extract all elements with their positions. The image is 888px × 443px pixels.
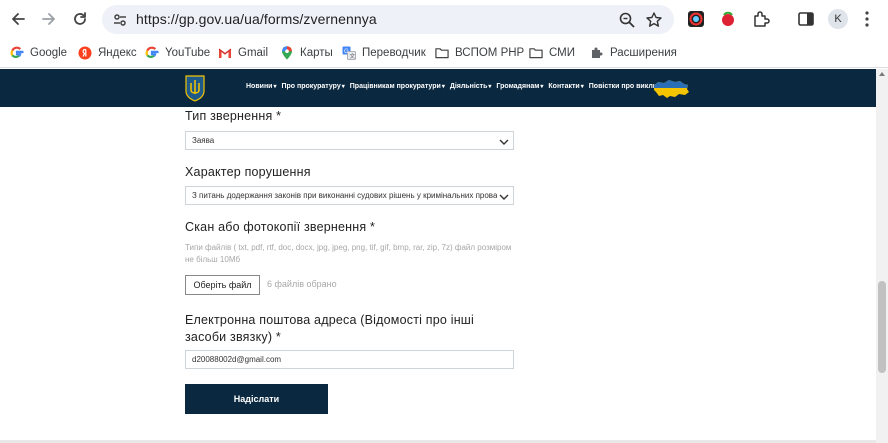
bookmark-extensions[interactable]: Расширения [590,44,677,62]
main-menu: Новини ▾ Про прокуратуру ▾ Працівникам про… [246,83,666,90]
bookmark-label: ВСПОМ PHP [455,47,525,59]
browser-toolbar: https://gp.gov.ua/ua/forms/zvernennya K [0,0,888,38]
bookmark-label: СМИ [549,47,576,59]
file-types-hint: Типи файлів ( txt, pdf, rtf, doc, docx, … [185,243,512,264]
bookmark-label: Gmail [238,47,269,59]
menu-item-label: Громадянам [496,83,540,90]
back-icon[interactable] [7,8,29,30]
menu-item-label: Повістки про виклик [588,83,661,90]
bookmark-label: Карты [300,47,333,59]
menu-item-news[interactable]: Новини ▾ [246,83,276,90]
request-type-select[interactable]: Заява [185,131,514,150]
zoom-icon[interactable] [618,11,636,29]
chevron-down-icon: ▾ [273,84,277,90]
menu-item-summons[interactable]: Повістки про виклик [589,83,661,90]
menu-item-label: Про прокуратуру [281,83,341,90]
translate-icon: G文 [342,46,356,60]
menu-kebab-icon[interactable] [864,10,870,28]
bookmark-star-icon[interactable] [645,11,663,29]
site-header: Новини ▾ Про прокуратуру ▾ Працівникам про… [0,69,876,107]
chevron-down-icon [499,191,509,201]
yandex-icon [78,46,92,60]
menu-item-label: Контакти [548,83,580,90]
files-selected-status: 6 файлів обрано [267,279,337,289]
menu-item-label: Діяльність [449,83,488,90]
site-settings-icon[interactable] [111,11,129,29]
chevron-down-icon: ▾ [488,84,492,90]
page-scrollbar[interactable] [876,69,888,443]
reload-icon[interactable] [69,8,91,30]
profile-avatar[interactable]: K [828,9,848,29]
forward-icon[interactable] [38,8,60,30]
violation-select[interactable]: З питань додержання законів при виконанн… [185,186,514,205]
violation-label: Характер порушення [185,165,311,179]
bookmark-label: YouTube [165,47,211,59]
menu-item-label: Новини [246,83,273,90]
chevron-down-icon: ▾ [341,84,345,90]
folder-icon [435,46,449,60]
request-type-label: Тип звернення * [185,109,282,123]
puzzle-icon [590,46,604,60]
bookmark-youtube[interactable]: YouTube [145,44,210,62]
extensions-icon[interactable] [751,9,771,29]
bookmark-label: Переводчик [362,47,426,59]
email-label: Електронна поштова адреса (Відомості про… [185,313,475,344]
submit-button[interactable]: Надіслати [185,384,328,414]
menu-item-citizens[interactable]: Громадянам ▾ [496,83,543,90]
berry-extension-icon[interactable] [718,9,738,29]
side-panel-icon[interactable] [796,9,816,29]
menu-item-label: Працівникам прокуратури [349,83,441,90]
bookmark-label: Расширения [610,47,677,59]
trident-logo-icon[interactable] [184,74,206,102]
bookmark-yandex[interactable]: Яндекс [78,44,137,62]
chevron-down-icon: ▾ [580,84,584,90]
color-extension-icon[interactable] [686,9,706,29]
menu-item-staff[interactable]: Працівникам прокуратури ▾ [350,83,445,90]
scrollbar-thumb[interactable] [878,281,886,373]
address-bar[interactable]: https://gp.gov.ua/ua/forms/zvernennya [102,5,674,34]
ukraine-map-icon [652,78,690,100]
bookmark-folder-smi[interactable]: СМИ [529,44,575,62]
maps-pin-icon [280,46,294,60]
google-icon [145,46,159,60]
violation-value: З питань додержання законів при виконанн… [192,191,497,200]
request-type-value: Заява [192,136,215,145]
folder-icon [529,46,543,60]
bookmark-maps[interactable]: Карты [280,44,333,62]
scroll-up-arrow-icon[interactable] [879,72,885,76]
svg-text:文: 文 [350,52,356,60]
bookmark-google[interactable]: Google [10,44,67,62]
chevron-down-icon: ▾ [441,84,445,90]
choose-file-button[interactable]: Оберіть файл [185,275,260,295]
url-text[interactable]: https://gp.gov.ua/ua/forms/zvernennya [136,11,377,27]
bookmark-translate[interactable]: G文 Переводчик [342,44,426,62]
email-field[interactable]: d20088002d@gmail.com [185,350,514,369]
chevron-down-icon: ▾ [540,84,544,90]
bookmark-folder-vspom[interactable]: ВСПОМ PHP [435,44,524,62]
bookmark-label: Яндекс [98,47,137,59]
bookmarks-bar: Google Яндекс YouTube Gmail Карты G文 Пер… [0,38,888,68]
gmail-icon [218,46,232,60]
menu-item-activity[interactable]: Діяльність ▾ [450,83,492,90]
menu-item-about[interactable]: Про прокуратуру ▾ [281,83,344,90]
menu-item-contacts[interactable]: Контакти ▾ [548,83,583,90]
chevron-down-icon [499,136,509,146]
scan-label: Скан або фотокопії звернення * [185,220,376,234]
bookmark-label: Google [30,47,68,59]
svg-text:G: G [344,49,349,55]
google-icon [10,46,24,60]
bookmark-gmail[interactable]: Gmail [218,44,268,62]
